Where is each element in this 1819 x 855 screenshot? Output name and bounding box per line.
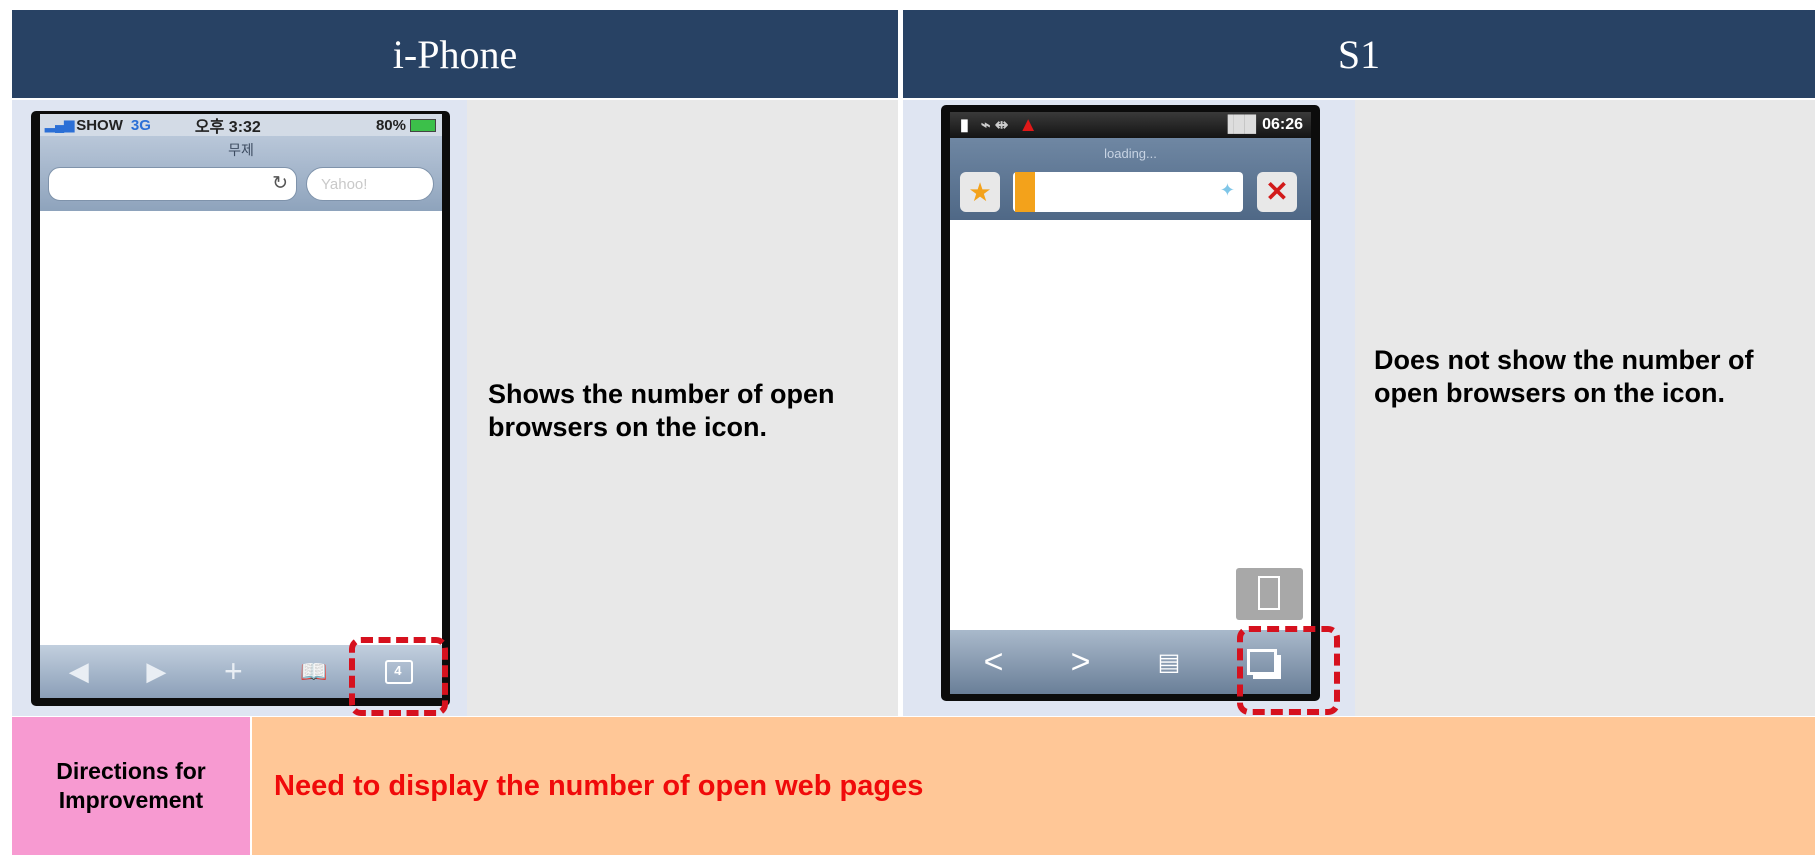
stop-button[interactable]: ✕ xyxy=(1257,172,1297,212)
battery-icon xyxy=(410,118,436,132)
signal-icon: ▂▄▆ xyxy=(45,117,75,132)
header-iphone: i-Phone xyxy=(12,10,898,98)
improvement-message: Need to display the number of open web p… xyxy=(252,717,1815,855)
refresh-icon[interactable]: ✦ xyxy=(1220,180,1235,201)
forward-icon[interactable]: ▶ xyxy=(146,656,166,687)
time-label: 오후 3:32 xyxy=(194,119,261,136)
bookmarks-icon[interactable]: 📖 xyxy=(300,659,327,685)
s1-description: Does not show the number of open browser… xyxy=(1374,345,1754,408)
reload-icon[interactable]: ↻ xyxy=(272,172,288,195)
add-icon[interactable]: + xyxy=(224,653,243,690)
s1-address-bar: loading... ★ ✦ ✕ xyxy=(950,138,1311,220)
iphone-pages-highlight xyxy=(349,637,448,716)
s1-url-field[interactable]: ✦ xyxy=(1013,172,1243,212)
s1-time-label: 06:26 xyxy=(1262,116,1303,133)
battery-icon: ▐██ xyxy=(1222,116,1257,133)
iphone-status-bar: ▂▄▆ SHOW 3G 오후 3:32 80% xyxy=(40,114,442,136)
header-s1: S1 xyxy=(903,10,1815,98)
iphone-search-field[interactable]: Yahoo! xyxy=(306,167,434,201)
improvement-label: Directions for Improvement xyxy=(12,717,250,855)
iphone-page-title: 무제 xyxy=(228,142,254,158)
usb-icon: ⌁ ⇹ xyxy=(980,117,1009,134)
star-button[interactable]: ★ xyxy=(960,172,1000,212)
bookmark-add-icon[interactable]: ▤ xyxy=(1158,648,1181,677)
s1-windows-highlight xyxy=(1237,626,1340,715)
favicon-icon xyxy=(1015,172,1035,212)
search-placeholder: Yahoo! xyxy=(321,176,368,193)
warning-icon: ▲ xyxy=(1018,113,1039,136)
battery-label: 80% xyxy=(375,116,406,134)
zoom-icon[interactable] xyxy=(1236,568,1303,620)
back-icon[interactable]: < xyxy=(984,643,1004,682)
iphone-url-field[interactable]: ↻ xyxy=(48,167,297,201)
header-s1-title: S1 xyxy=(1337,31,1381,77)
improvement-text: Need to display the number of open web p… xyxy=(274,769,924,802)
carrier-label: SHOW xyxy=(76,116,123,134)
loading-text: loading... xyxy=(1104,146,1157,161)
sd-card-icon: ▮ xyxy=(960,117,969,134)
forward-icon[interactable]: > xyxy=(1071,643,1091,682)
s1-status-bar: ▮ ⌁ ⇹ ▲ ▐██ 06:26 xyxy=(950,112,1311,138)
iphone-description: Shows the number of open browsers on the… xyxy=(488,379,835,442)
back-icon[interactable]: ◀ xyxy=(69,656,89,687)
network-label: 3G xyxy=(130,116,151,134)
iphone-address-bar: 무제 ↻ Yahoo! xyxy=(40,136,442,211)
header-iphone-title: i-Phone xyxy=(392,31,518,77)
